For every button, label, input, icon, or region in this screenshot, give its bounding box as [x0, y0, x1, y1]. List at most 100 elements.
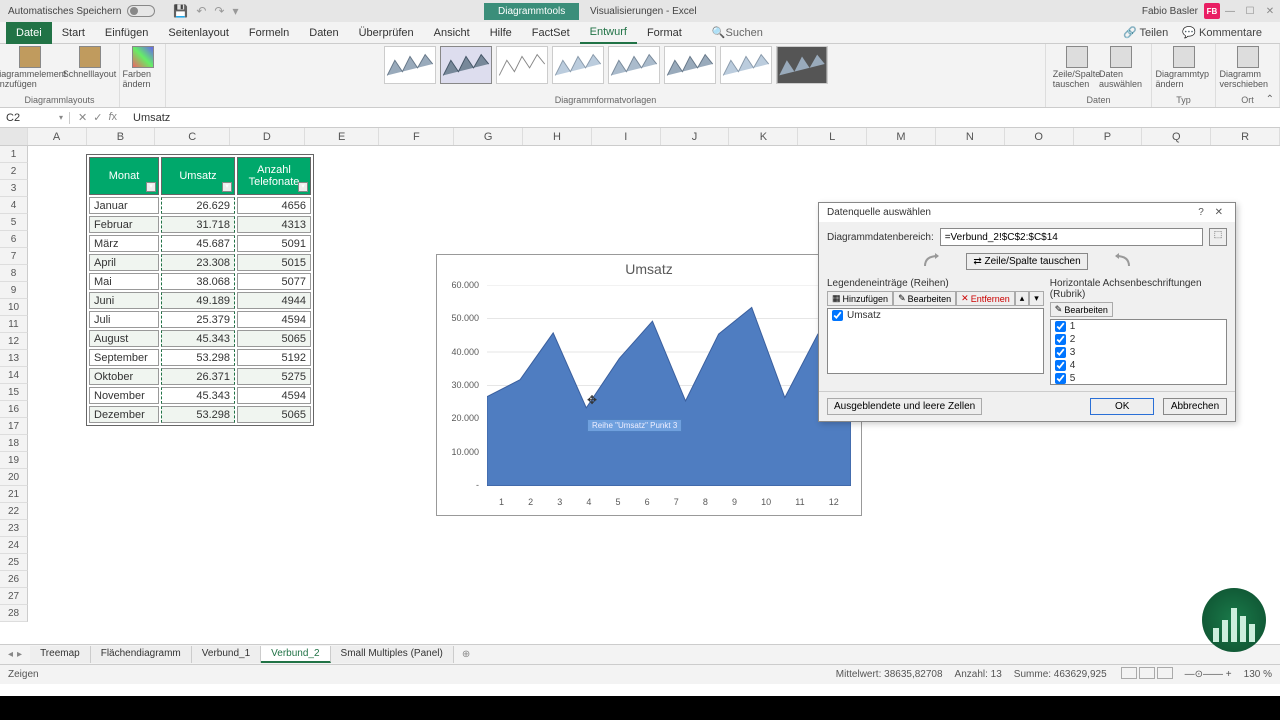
tab-format[interactable]: Format: [637, 22, 692, 44]
tab-view[interactable]: Ansicht: [424, 22, 480, 44]
legend-add-button[interactable]: ▦ Hinzufügen: [827, 291, 893, 306]
data-table[interactable]: Monat▾ Umsatz▾ Anzahl Telefonate▾ Januar…: [86, 154, 314, 426]
row-header[interactable]: 12: [0, 333, 28, 350]
legend-listbox[interactable]: Umsatz: [827, 308, 1044, 374]
formula-input[interactable]: Umsatz: [125, 112, 170, 124]
table-row[interactable]: Juli25.3794594: [89, 311, 311, 328]
row-header[interactable]: 7: [0, 248, 28, 265]
tab-help[interactable]: Hilfe: [480, 22, 522, 44]
table-row[interactable]: Dezember53.2985065: [89, 406, 311, 423]
row-header[interactable]: 5: [0, 214, 28, 231]
table-row[interactable]: Juni49.1894944: [89, 292, 311, 309]
row-header[interactable]: 11: [0, 316, 28, 333]
table-row[interactable]: Mai38.0685077: [89, 273, 311, 290]
cancel-button[interactable]: Abbrechen: [1163, 398, 1227, 415]
qat-dropdown-icon[interactable]: ▾: [232, 4, 238, 18]
row-header[interactable]: 26: [0, 571, 28, 588]
row-header[interactable]: 20: [0, 469, 28, 486]
column-header[interactable]: I: [592, 128, 661, 145]
row-header[interactable]: 15: [0, 384, 28, 401]
sheet-tab[interactable]: Small Multiples (Panel): [331, 646, 454, 663]
row-header[interactable]: 6: [0, 231, 28, 248]
change-chart-type-button[interactable]: Diagrammtyp ändern: [1156, 46, 1212, 89]
row-header[interactable]: 14: [0, 367, 28, 384]
maximize-icon[interactable]: ☐: [1240, 4, 1260, 19]
range-picker-icon[interactable]: ⬚: [1209, 228, 1227, 246]
legend-up-button[interactable]: ▴: [1015, 291, 1030, 306]
add-chart-element-button[interactable]: Diagrammelement hinzufügen: [2, 46, 58, 89]
list-item[interactable]: 5: [1051, 372, 1226, 385]
hidden-cells-button[interactable]: Ausgeblendete und leere Zellen: [827, 398, 982, 415]
table-row[interactable]: April23.3085015: [89, 254, 311, 271]
table-row[interactable]: Oktober26.3715275: [89, 368, 311, 385]
list-item[interactable]: 4: [1051, 359, 1226, 372]
row-header[interactable]: 25: [0, 554, 28, 571]
minimize-icon[interactable]: —: [1220, 4, 1240, 19]
row-header[interactable]: 4: [0, 197, 28, 214]
sheet-tab[interactable]: Flächendiagramm: [91, 646, 192, 663]
filter-icon[interactable]: ▾: [222, 182, 232, 192]
row-header[interactable]: 27: [0, 588, 28, 605]
row-header[interactable]: 19: [0, 452, 28, 469]
row-header[interactable]: 16: [0, 401, 28, 418]
list-item[interactable]: 2: [1051, 333, 1226, 346]
column-header[interactable]: A: [28, 128, 87, 145]
row-header[interactable]: 1: [0, 146, 28, 163]
tab-data[interactable]: Daten: [299, 22, 348, 44]
tab-review[interactable]: Überprüfen: [349, 22, 424, 44]
dialog-close-icon[interactable]: ✕: [1211, 207, 1227, 218]
chart-styles-gallery[interactable]: [380, 46, 832, 84]
row-header[interactable]: 10: [0, 299, 28, 316]
row-header[interactable]: 18: [0, 435, 28, 452]
ok-button[interactable]: OK: [1090, 398, 1154, 415]
column-header[interactable]: D: [230, 128, 305, 145]
move-chart-button[interactable]: Diagramm verschieben: [1220, 46, 1276, 89]
table-row[interactable]: Januar26.6294656: [89, 197, 311, 214]
zoom-slider[interactable]: —⊙—— +: [1185, 669, 1232, 680]
column-header[interactable]: P: [1074, 128, 1143, 145]
column-header[interactable]: M: [867, 128, 936, 145]
undo-icon[interactable]: ↶: [196, 4, 206, 18]
row-header[interactable]: 13: [0, 350, 28, 367]
switch-row-col-button[interactable]: ⇄ Zeile/Spalte tauschen: [966, 253, 1087, 270]
column-header[interactable]: J: [661, 128, 730, 145]
change-colors-button[interactable]: Farben ändern: [123, 46, 163, 89]
column-header[interactable]: B: [87, 128, 156, 145]
axis-listbox[interactable]: 1 2 3 4 5: [1050, 319, 1227, 385]
share-button[interactable]: 🔗 Teilen: [1123, 26, 1168, 39]
axis-edit-button[interactable]: ✎ Bearbeiten: [1050, 302, 1113, 317]
table-row[interactable]: Februar31.7184313: [89, 216, 311, 233]
row-header[interactable]: 17: [0, 418, 28, 435]
tab-formulas[interactable]: Formeln: [239, 22, 299, 44]
fx-icon[interactable]: fx: [108, 111, 117, 124]
comments-button[interactable]: 💬 Kommentare: [1182, 26, 1262, 39]
chart-data-range-input[interactable]: [940, 228, 1203, 246]
row-header[interactable]: 28: [0, 605, 28, 622]
table-row[interactable]: September53.2985192: [89, 349, 311, 366]
redo-icon[interactable]: ↷: [214, 4, 224, 18]
chart-object[interactable]: Umsatz -10.00020.00030.00040.00050.00060…: [436, 254, 862, 516]
row-header[interactable]: 24: [0, 537, 28, 554]
column-header[interactable]: C: [155, 128, 230, 145]
filter-icon[interactable]: ▾: [298, 182, 308, 192]
tab-design[interactable]: Entwurf: [580, 22, 637, 44]
cancel-formula-icon[interactable]: ✕: [78, 111, 87, 124]
column-header[interactable]: L: [798, 128, 867, 145]
tab-home[interactable]: Start: [52, 22, 95, 44]
column-header[interactable]: N: [936, 128, 1005, 145]
collapse-ribbon-icon[interactable]: ⌃: [1266, 94, 1274, 105]
sheet-tab[interactable]: Verbund_2: [261, 646, 330, 663]
row-header[interactable]: 8: [0, 265, 28, 282]
legend-remove-button[interactable]: ✕ Entfernen: [956, 291, 1015, 306]
select-data-button[interactable]: Daten auswählen: [1101, 46, 1141, 89]
row-header[interactable]: 21: [0, 486, 28, 503]
row-header[interactable]: 3: [0, 180, 28, 197]
filter-icon[interactable]: ▾: [146, 182, 156, 192]
table-row[interactable]: März45.6875091: [89, 235, 311, 252]
column-header[interactable]: E: [305, 128, 380, 145]
switch-row-column-button[interactable]: Zeile/Spalte tauschen: [1057, 46, 1097, 89]
list-item[interactable]: Umsatz: [828, 309, 1043, 322]
close-icon[interactable]: ✕: [1260, 4, 1280, 19]
sheet-tab[interactable]: Treemap: [30, 646, 91, 663]
quick-layout-button[interactable]: Schnelllayout: [62, 46, 118, 89]
